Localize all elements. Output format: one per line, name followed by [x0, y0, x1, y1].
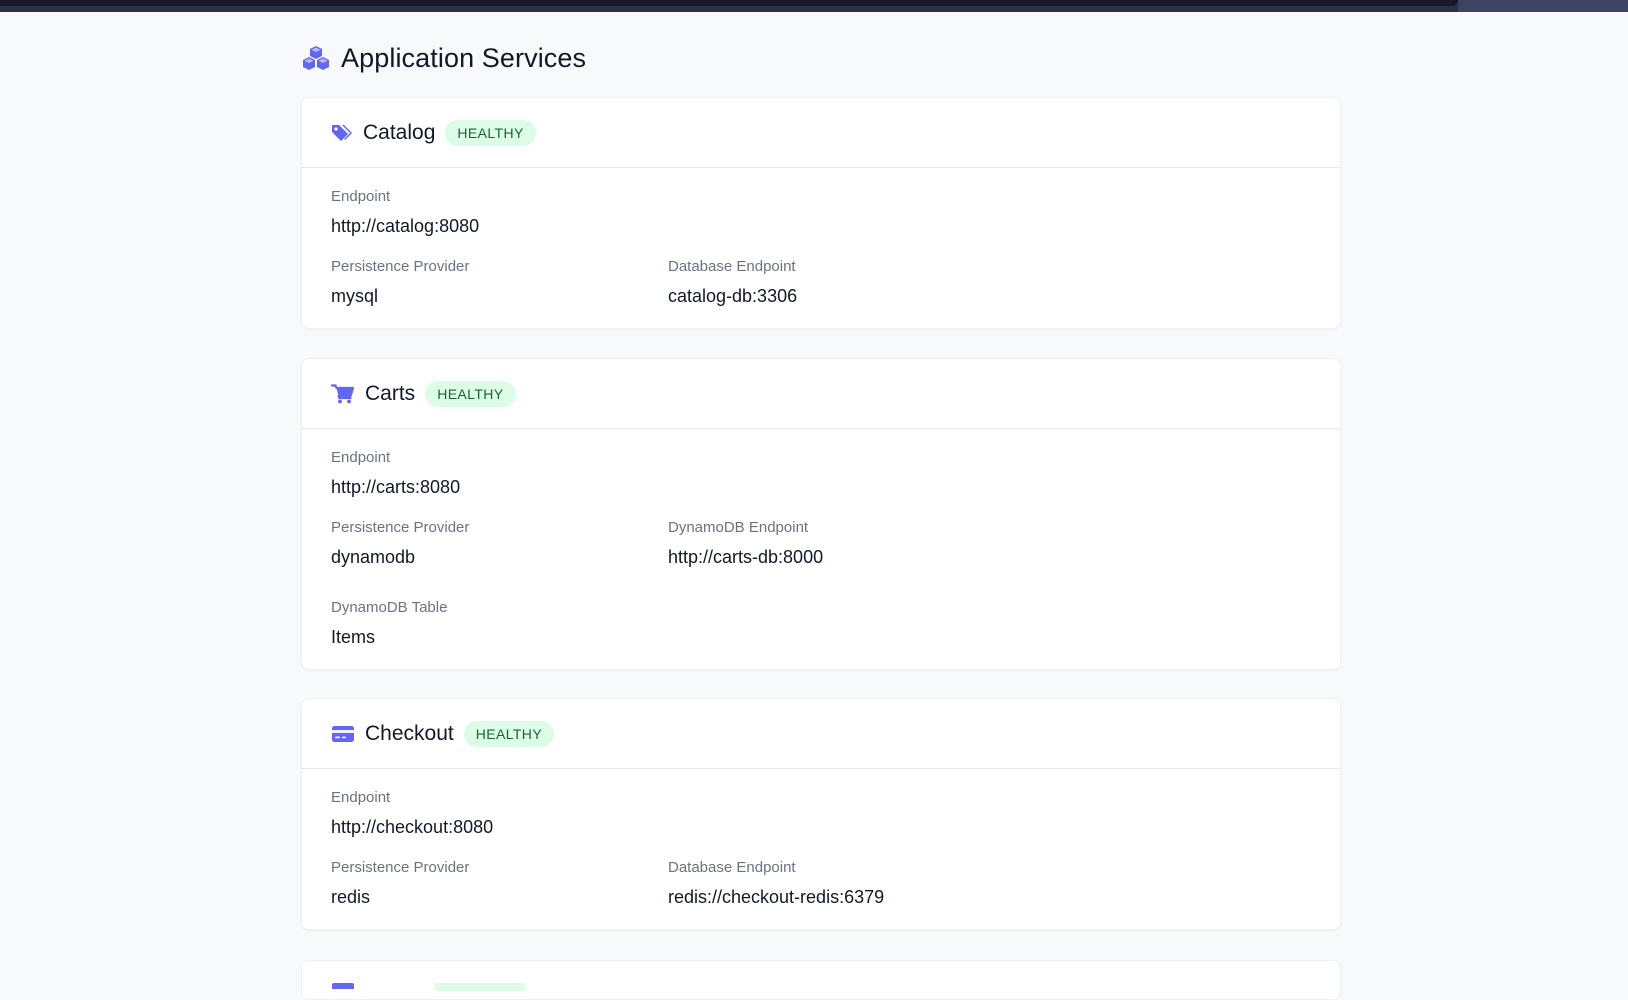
field-database-endpoint: Database Endpoint catalog-db:3306: [668, 258, 797, 307]
card-header: Carts HEALTHY: [302, 359, 1340, 429]
tags-icon: [331, 123, 353, 143]
field-label: Database Endpoint: [668, 258, 796, 275]
page-title-text: Application Services: [341, 42, 587, 73]
field-label: Database Endpoint: [668, 859, 796, 876]
status-badge: HEALTHY: [445, 119, 536, 146]
service-card-carts: Carts HEALTHY Endpoint http://carts:8080…: [301, 358, 1341, 670]
field-value: dynamodb: [331, 547, 416, 567]
field-label: DynamoDB Endpoint: [668, 519, 809, 536]
field-label: Persistence Provider: [331, 258, 470, 275]
service-name: Checkout: [365, 721, 454, 745]
field-label: Endpoint: [331, 188, 391, 205]
field-label: Persistence Provider: [331, 519, 470, 536]
top-bar-right: [1458, 0, 1628, 12]
service-card-partial: [301, 960, 1341, 1000]
field-value: http://checkout:8080: [331, 817, 494, 837]
field-value: http://carts-db:8000: [668, 547, 824, 567]
field-value: http://catalog:8080: [331, 216, 480, 236]
service-card-checkout: Checkout HEALTHY Endpoint http://checkou…: [301, 698, 1341, 930]
field-persistence-provider: Persistence Provider redis: [331, 859, 469, 908]
field-value: redis: [331, 887, 371, 907]
status-badge: HEALTHY: [463, 720, 555, 747]
field-value: Items: [331, 627, 376, 647]
field-dynamodb-endpoint: DynamoDB Endpoint http://carts-db:8000: [668, 519, 823, 568]
credit-card-icon: [331, 724, 355, 744]
top-bar-inner: [0, 0, 1458, 6]
field-database-endpoint: Database Endpoint redis://checkout-redis…: [668, 859, 884, 908]
field-endpoint: Endpoint http://catalog:8080: [331, 188, 479, 237]
field-label: Persistence Provider: [331, 859, 470, 876]
field-value: mysql: [331, 286, 379, 306]
service-card-catalog: Catalog HEALTHY Endpoint http://catalog:…: [301, 97, 1341, 329]
service-name: Catalog: [363, 120, 436, 144]
status-badge: [434, 983, 526, 991]
field-dynamodb-table: DynamoDB Table Items: [331, 599, 447, 648]
field-label: DynamoDB Table: [331, 599, 448, 616]
top-navigation-bar: [0, 0, 1628, 12]
page-title: Application Services: [301, 41, 586, 75]
shopping-cart-icon: [331, 383, 355, 404]
field-value: http://carts:8080: [331, 477, 461, 497]
card-header: Checkout HEALTHY: [302, 699, 1340, 769]
service-icon: [332, 983, 354, 989]
status-badge: HEALTHY: [425, 380, 516, 407]
cubes-icon: [301, 45, 331, 71]
field-value: redis://checkout-redis:6379: [668, 887, 885, 907]
field-persistence-provider: Persistence Provider dynamodb: [331, 519, 469, 568]
field-label: Endpoint: [331, 449, 391, 466]
field-endpoint: Endpoint http://carts:8080: [331, 449, 460, 498]
field-endpoint: Endpoint http://checkout:8080: [331, 789, 493, 838]
service-name: Carts: [365, 381, 416, 405]
field-persistence-provider: Persistence Provider mysql: [331, 258, 469, 307]
field-value: catalog-db:3306: [668, 286, 798, 306]
card-header: Catalog HEALTHY: [302, 98, 1340, 168]
field-label: Endpoint: [331, 789, 391, 806]
